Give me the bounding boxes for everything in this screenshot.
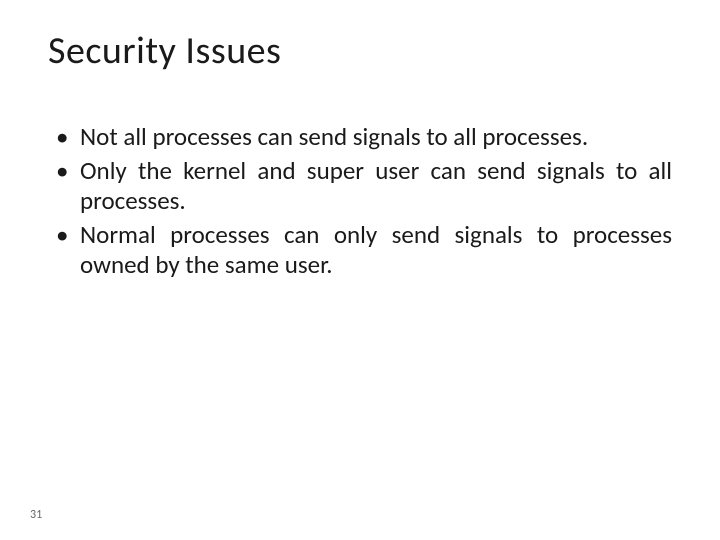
bullet-item: Normal processes can only send signals t… <box>56 220 672 280</box>
bullet-item: Not all processes can send signals to al… <box>56 122 672 152</box>
page-number: 31 <box>30 508 42 522</box>
bullet-list: Not all processes can send signals to al… <box>48 122 672 280</box>
bullet-item: Only the kernel and super user can send … <box>56 156 672 216</box>
slide-title: Security Issues <box>48 28 672 74</box>
